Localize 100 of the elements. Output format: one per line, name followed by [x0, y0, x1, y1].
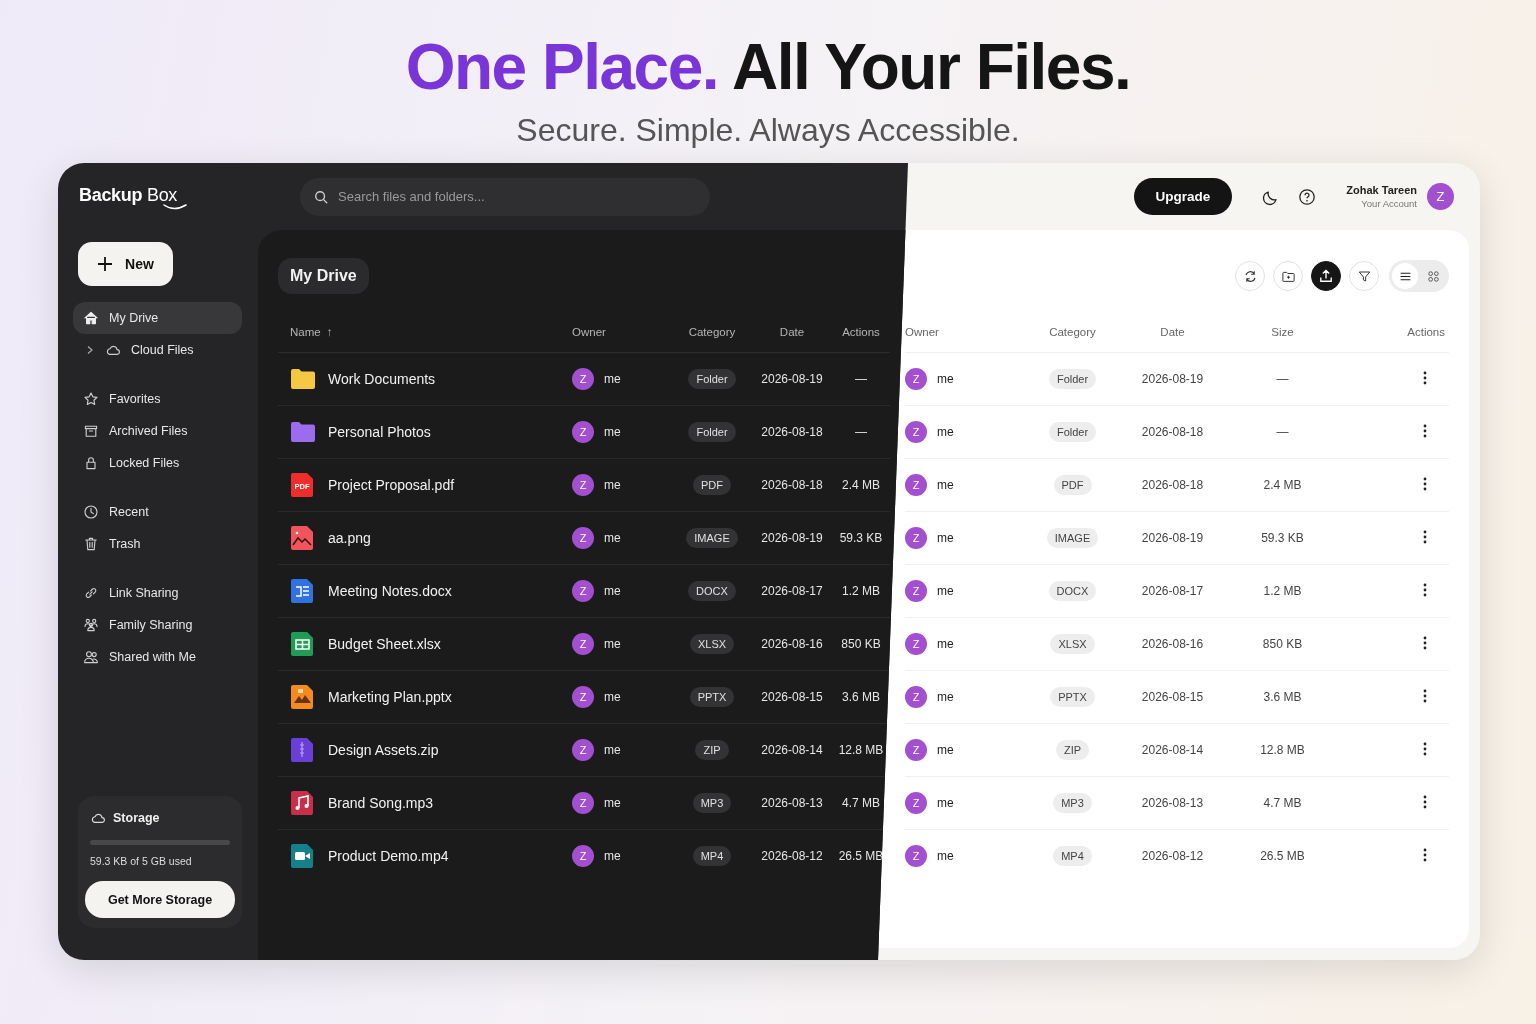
- grid-icon: [1426, 269, 1440, 283]
- category-tag: MP3: [1053, 793, 1092, 813]
- sidebar-item[interactable]: Archived Files: [73, 415, 242, 447]
- category-tag: PPTX: [1050, 687, 1095, 707]
- file-name[interactable]: Product Demo.mp4: [328, 848, 449, 864]
- search-field[interactable]: Search files and folders...: [300, 177, 710, 216]
- star-icon: [83, 391, 99, 407]
- column-header[interactable]: Owner: [572, 326, 606, 338]
- more-options-icon[interactable]: [1423, 370, 1427, 385]
- more-options-icon[interactable]: [1423, 847, 1427, 862]
- more-options-icon[interactable]: [1423, 635, 1427, 650]
- upload-button[interactable]: [1311, 261, 1341, 291]
- column-header[interactable]: Owner: [905, 326, 939, 338]
- new-folder-button[interactable]: [1273, 261, 1303, 291]
- file-name[interactable]: Design Assets.zip: [328, 742, 439, 758]
- date-cell: 2026-08-14: [1141, 743, 1204, 757]
- file-name[interactable]: Personal Photos: [328, 424, 431, 440]
- avatar: Z: [572, 368, 594, 390]
- home-icon: [83, 310, 99, 326]
- more-options-icon[interactable]: [1423, 423, 1427, 438]
- account-label[interactable]: Your Account: [1361, 198, 1417, 209]
- column-header[interactable]: Date: [1160, 326, 1185, 338]
- filter-button[interactable]: [1349, 261, 1379, 291]
- category-tag: ZIP: [695, 740, 729, 760]
- file-name[interactable]: Marketing Plan.pptx: [328, 689, 452, 705]
- date-cell: 2026-08-15: [761, 690, 823, 704]
- date-cell: 2026-08-12: [761, 849, 823, 863]
- file-name[interactable]: Budget Sheet.xlsx: [328, 636, 441, 652]
- owner-name: me: [937, 584, 954, 598]
- size-cell: 26.5 MB: [1260, 849, 1305, 863]
- help-icon[interactable]: [1298, 187, 1317, 206]
- lock-icon: [83, 455, 99, 471]
- sidebar-item[interactable]: Family Sharing: [73, 609, 242, 641]
- column-header[interactable]: Category: [1049, 326, 1096, 338]
- list-view-button[interactable]: [1392, 263, 1418, 289]
- size-cell: 3.6 MB: [1263, 690, 1302, 704]
- refresh-button[interactable]: [1235, 261, 1265, 291]
- link-icon: [83, 585, 99, 601]
- avatar: Z: [905, 527, 927, 549]
- size-cell: 3.6 MB: [842, 690, 880, 704]
- avatar: Z: [905, 474, 927, 496]
- column-header[interactable]: Actions: [1407, 326, 1445, 338]
- user-name[interactable]: Zohak Tareen: [1346, 184, 1417, 196]
- avatar: Z: [905, 580, 927, 602]
- more-options-icon[interactable]: [1423, 688, 1427, 703]
- sidebar-item[interactable]: Trash: [73, 528, 242, 560]
- size-cell: —: [1276, 425, 1289, 439]
- category-tag: PPTX: [689, 687, 735, 707]
- more-options-icon[interactable]: [1423, 794, 1427, 809]
- sidebar-item[interactable]: Link Sharing: [73, 577, 242, 609]
- column-header[interactable]: Size: [1271, 326, 1294, 338]
- more-options-icon[interactable]: [1423, 476, 1427, 491]
- avatar: Z: [572, 633, 594, 655]
- category-tag: DOCX: [1048, 581, 1097, 601]
- more-options-icon[interactable]: [1423, 529, 1427, 544]
- column-header[interactable]: Name: [290, 326, 321, 338]
- more-options-icon[interactable]: [1423, 741, 1427, 756]
- users-icon: [83, 649, 99, 665]
- archive-icon: [83, 423, 99, 439]
- file-name[interactable]: Brand Song.mp3: [328, 795, 434, 811]
- owner-name: me: [604, 743, 621, 757]
- clock-icon: [83, 504, 99, 520]
- new-button[interactable]: New: [78, 242, 173, 286]
- upgrade-button[interactable]: Upgrade: [1133, 178, 1233, 215]
- search-icon: [314, 189, 328, 204]
- owner-name: me: [604, 478, 621, 492]
- file-name[interactable]: Project Proposal.pdf: [328, 477, 455, 493]
- owner-name: me: [604, 796, 621, 810]
- file-name[interactable]: Work Documents: [328, 371, 436, 387]
- category-tag: IMAGE: [686, 528, 738, 548]
- sidebar-item[interactable]: Favorites: [73, 383, 242, 415]
- owner-name: me: [937, 796, 954, 810]
- user-avatar[interactable]: Z: [1427, 183, 1454, 210]
- storage-usage: 59.3 KB of 5 GB used: [89, 855, 193, 867]
- sidebar-item[interactable]: Recent: [73, 496, 242, 528]
- column-header[interactable]: Category: [688, 326, 736, 338]
- owner-name: me: [937, 531, 954, 545]
- size-cell: 2.4 MB: [842, 478, 880, 492]
- category-tag: IMAGE: [1046, 528, 1099, 548]
- sidebar-item[interactable]: Shared with Me: [73, 641, 242, 673]
- date-cell: 2026-08-16: [1141, 637, 1204, 651]
- date-cell: 2026-08-19: [1141, 531, 1204, 545]
- avatar: Z: [905, 792, 927, 814]
- column-header[interactable]: Date: [779, 326, 805, 338]
- date-cell: 2026-08-13: [1141, 796, 1204, 810]
- owner-name: me: [937, 425, 954, 439]
- file-name[interactable]: aa.png: [328, 530, 371, 546]
- sidebar-item[interactable]: Locked Files: [73, 447, 242, 479]
- sidebar-item[interactable]: My Drive: [73, 302, 242, 334]
- date-cell: 2026-08-18: [1141, 425, 1204, 439]
- get-more-storage-button[interactable]: Get More Storage: [85, 881, 235, 918]
- avatar: Z: [572, 845, 594, 867]
- column-header[interactable]: Actions: [842, 326, 880, 338]
- file-name[interactable]: Meeting Notes.docx: [328, 583, 452, 599]
- category-tag: Folder: [688, 422, 736, 442]
- sort-arrow[interactable]: ↑: [326, 326, 333, 338]
- category-tag: DOCX: [688, 581, 736, 601]
- owner-name: me: [604, 372, 621, 386]
- more-options-icon[interactable]: [1423, 582, 1427, 597]
- sidebar-item[interactable]: Cloud Files: [73, 334, 242, 366]
